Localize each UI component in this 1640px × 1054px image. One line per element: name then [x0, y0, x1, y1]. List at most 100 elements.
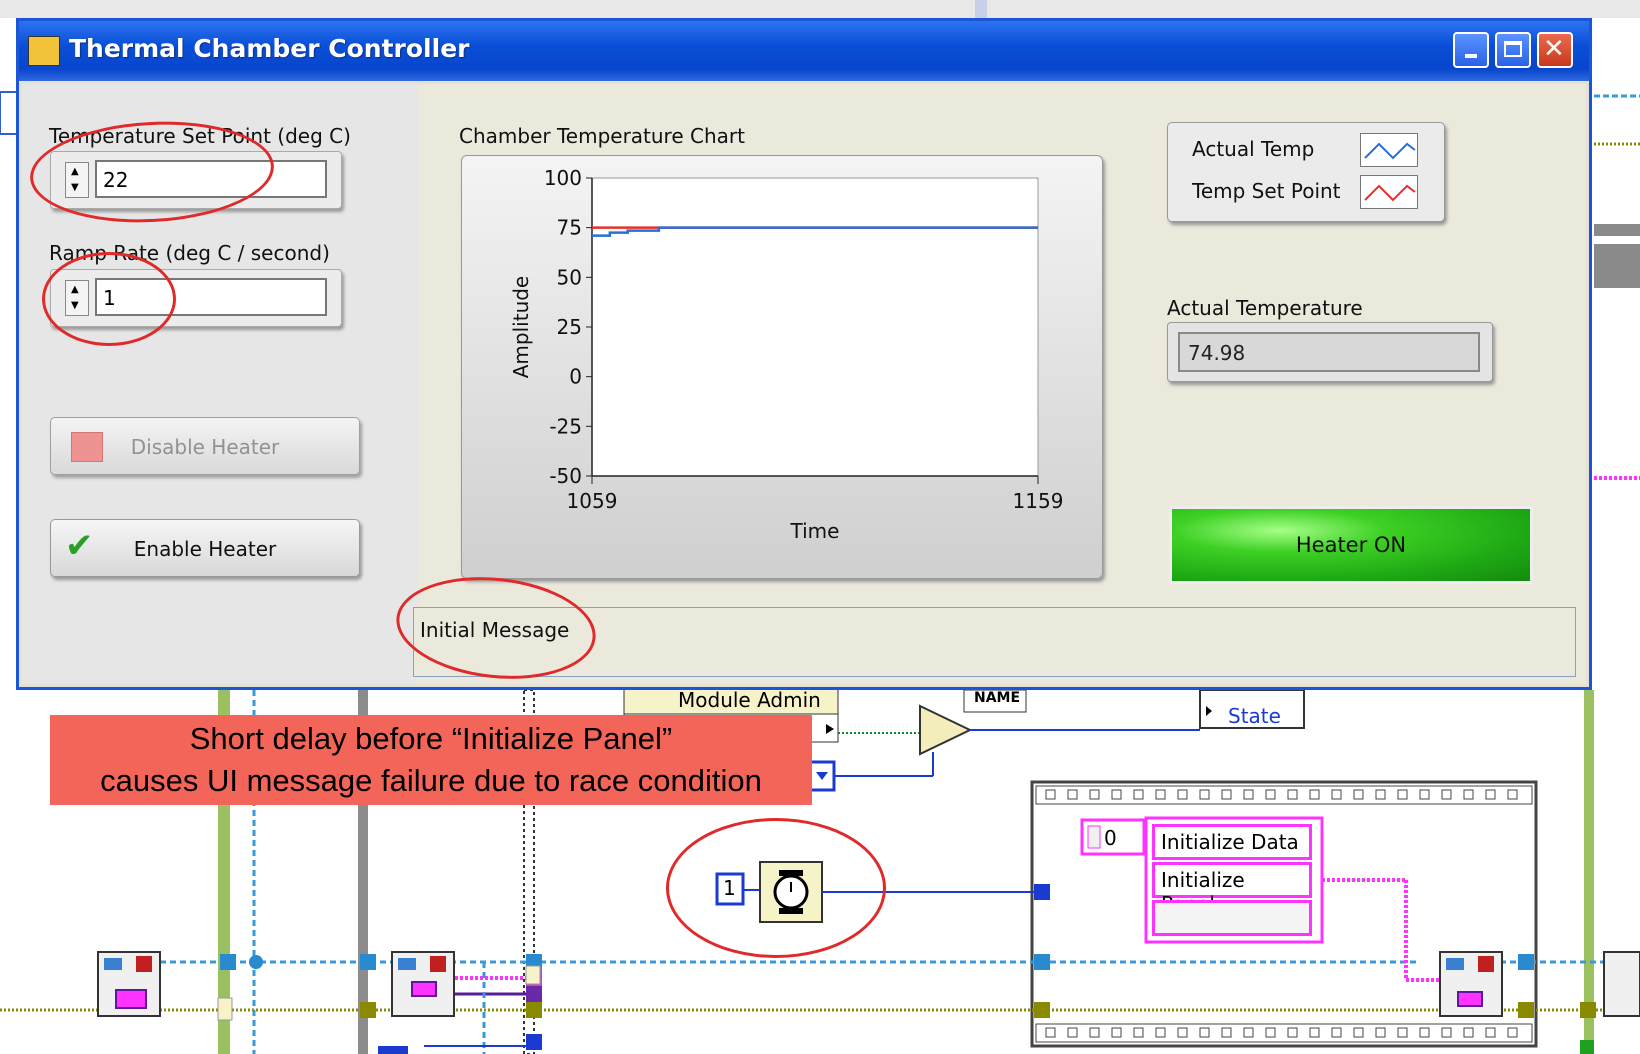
disable-heater-button[interactable]: Disable Heater	[50, 417, 360, 475]
close-icon: ✕	[1543, 34, 1565, 64]
minimize-button[interactable]	[1453, 32, 1489, 68]
film-hole	[1485, 789, 1496, 800]
film-hole	[1133, 1027, 1144, 1038]
film-hole	[1199, 1027, 1210, 1038]
legend-actual-temp-swatch[interactable]	[1360, 133, 1418, 167]
film-hole	[1375, 789, 1386, 800]
film-hole	[1287, 789, 1298, 800]
labview-vi-icon	[28, 36, 60, 66]
minimize-icon	[1465, 54, 1477, 58]
y-tick-label: 50	[557, 265, 582, 289]
film-hole	[1331, 1027, 1342, 1038]
while-loop-border-green-right	[1584, 690, 1594, 1054]
annotation-line-2: causes UI message failure due to race co…	[100, 763, 762, 798]
film-hole	[1067, 789, 1078, 800]
film-hole	[1155, 1027, 1166, 1038]
annotation-callout: Short delay before “Initialize Panel” ca…	[50, 715, 812, 805]
front-panel-window: Thermal Chamber Controller ✕ Temperature…	[16, 18, 1592, 690]
wire-right-gray	[1594, 224, 1640, 236]
film-hole	[1375, 1027, 1386, 1038]
film-hole	[1221, 789, 1232, 800]
y-tick-label: 25	[557, 315, 582, 339]
film-hole	[1111, 789, 1122, 800]
diagram-top-strip	[0, 0, 1640, 18]
enable-heater-label: Enable Heater	[133, 537, 277, 561]
y-tick-label: -25	[549, 414, 582, 438]
film-hole	[1397, 1027, 1408, 1038]
maximize-icon	[1504, 41, 1522, 57]
unbundle-node	[919, 704, 973, 756]
film-hole	[1507, 1027, 1518, 1038]
film-hole	[1419, 789, 1430, 800]
module-admin-label: Module Admin	[678, 688, 821, 712]
film-hole	[1309, 1027, 1320, 1038]
y-tick-label: -50	[549, 464, 582, 488]
case-item-empty[interactable]	[1152, 900, 1312, 936]
film-hole	[1353, 789, 1364, 800]
chart-frame: 100 75 50 25 0 -25 -50 1059 1159 Time Amplitude	[461, 155, 1103, 579]
legend-setpoint-swatch[interactable]	[1360, 175, 1418, 209]
x-axis-title: Time	[790, 519, 840, 543]
film-hole	[1287, 1027, 1298, 1038]
x-tick-label: 1159	[1013, 489, 1064, 513]
legend-setpoint-label: Temp Set Point	[1192, 179, 1341, 203]
temperature-chart[interactable]: 100 75 50 25 0 -25 -501059 1159 Time Amplitude	[462, 156, 1102, 578]
film-hole	[1199, 789, 1210, 800]
film-hole	[1243, 789, 1254, 800]
film-hole	[1463, 1027, 1474, 1038]
film-hole	[1221, 1027, 1232, 1038]
film-hole	[1441, 789, 1452, 800]
legend-setpoint-line-icon	[1364, 184, 1416, 202]
actual-temp-value: 74.98	[1178, 332, 1480, 372]
y-axis-title: Amplitude	[509, 276, 533, 379]
heater-status-text: Heater ON	[1295, 533, 1407, 557]
film-hole	[1111, 1027, 1122, 1038]
film-hole	[1463, 789, 1474, 800]
film-hole	[1089, 1027, 1100, 1038]
film-hole	[1485, 1027, 1496, 1038]
film-hole	[1265, 1027, 1276, 1038]
film-hole	[1243, 1027, 1254, 1038]
title-bar[interactable]: Thermal Chamber Controller ✕	[19, 21, 1589, 81]
enable-heater-button[interactable]: ✔ Enable Heater	[50, 519, 360, 577]
film-hole	[1045, 789, 1056, 800]
array-index-value[interactable]: 0	[1104, 826, 1117, 850]
legend-actual-temp-line-icon	[1364, 142, 1416, 160]
film-hole	[1067, 1027, 1078, 1038]
actual-temp-indicator: 74.98	[1167, 322, 1493, 382]
film-hole	[1177, 789, 1188, 800]
film-hole	[1419, 1027, 1430, 1038]
film-hole	[1089, 789, 1100, 800]
film-hole	[1265, 789, 1276, 800]
case-item-initialize-data[interactable]: Initialize Data	[1152, 824, 1312, 860]
chart-label: Chamber Temperature Chart	[459, 124, 745, 148]
film-hole	[1397, 789, 1408, 800]
tunnel-blue	[1034, 884, 1050, 900]
x-tick-label: 1059	[567, 489, 618, 513]
heater-on-led: Heater ON	[1169, 506, 1533, 584]
plot-legend: Actual Temp Temp Set Point	[1167, 122, 1445, 222]
case-item-initialize-panel[interactable]: Initialize Panel	[1152, 862, 1312, 916]
close-button[interactable]: ✕	[1537, 32, 1573, 68]
film-hole	[1045, 1027, 1056, 1038]
plot-area	[591, 177, 1039, 477]
highlight-circle-wait	[666, 818, 886, 958]
film-hole	[1155, 789, 1166, 800]
annotation-line-1: Short delay before “Initialize Panel”	[189, 721, 673, 756]
actual-temp-label: Actual Temperature	[1167, 296, 1363, 320]
y-tick-label: 0	[569, 365, 582, 389]
state-label[interactable]: State	[1228, 704, 1281, 728]
film-hole	[1507, 789, 1518, 800]
highlight-circle-ramp-rate	[42, 252, 176, 346]
block-right-gray	[1594, 244, 1640, 288]
maximize-button[interactable]	[1495, 32, 1531, 68]
legend-actual-temp-label: Actual Temp	[1192, 137, 1315, 161]
film-hole	[1441, 1027, 1452, 1038]
film-hole	[1331, 789, 1342, 800]
case-items-list: Initialize Data Initialize Panel	[1152, 824, 1316, 938]
scrollbar-fragment	[975, 0, 987, 18]
film-hole	[1133, 789, 1144, 800]
y-tick-label: 75	[557, 216, 582, 240]
y-tick-label: 100	[544, 166, 582, 190]
film-hole	[1353, 1027, 1364, 1038]
